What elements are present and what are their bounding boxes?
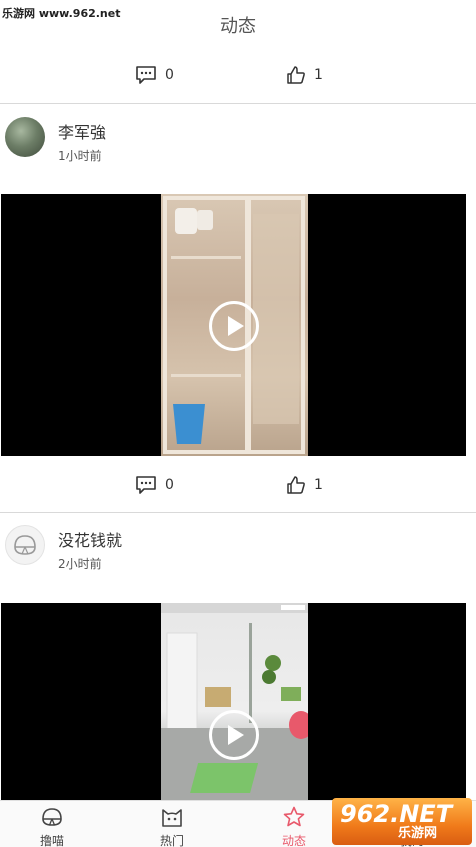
cat-bell-icon: [42, 808, 62, 826]
play-icon: [228, 725, 244, 745]
comment-count: 0: [165, 67, 174, 83]
username[interactable]: 没花钱就: [58, 527, 122, 551]
page-header: 动态: [0, 0, 476, 46]
post-header: 没花钱就 2小时前: [0, 525, 476, 585]
divider: [0, 103, 476, 104]
tab-lumiao[interactable]: 撸喵: [12, 801, 92, 847]
tab-feed[interactable]: 动态: [254, 801, 334, 847]
post-time: 1小时前: [58, 149, 102, 163]
comment-icon: [136, 66, 156, 84]
video-player[interactable]: [1, 194, 466, 456]
like-button[interactable]: 1: [286, 468, 323, 502]
like-count: 1: [314, 67, 323, 83]
tab-label: 撸喵: [39, 834, 64, 847]
username[interactable]: 李军強: [58, 119, 106, 143]
tab-label: 动态: [281, 834, 306, 847]
page-title: 动态: [220, 16, 256, 37]
like-count: 1: [314, 477, 323, 493]
tab-popular[interactable]: 热门: [132, 801, 212, 847]
star-icon: [283, 806, 305, 827]
avatar[interactable]: [5, 117, 45, 157]
video-player[interactable]: [1, 603, 466, 800]
thumbs-up-icon: [287, 66, 305, 84]
play-button[interactable]: [209, 301, 259, 351]
comment-button[interactable]: 0: [135, 58, 174, 92]
comment-button[interactable]: 0: [135, 468, 174, 502]
cat-face-icon: [162, 809, 182, 827]
post-time: 2小时前: [58, 557, 102, 571]
video-thumbnail: [161, 603, 308, 800]
play-icon: [228, 316, 244, 336]
like-button[interactable]: 1: [286, 58, 323, 92]
avatar[interactable]: [5, 525, 45, 565]
tab-label: 热门: [159, 834, 184, 847]
thumbs-up-icon: [287, 476, 305, 494]
play-button[interactable]: [209, 710, 259, 760]
comment-count: 0: [165, 477, 174, 493]
watermark-site-name: 乐游网: [398, 826, 438, 841]
comment-icon: [136, 476, 156, 494]
post-header: 李军強 1小时前: [0, 117, 476, 177]
divider: [0, 512, 476, 513]
post-actions: 0 1: [0, 58, 476, 92]
post-actions: 0 1: [0, 468, 476, 502]
site-logo-watermark: 962.NET 乐游网: [332, 798, 472, 845]
default-avatar-icon: [14, 535, 36, 555]
